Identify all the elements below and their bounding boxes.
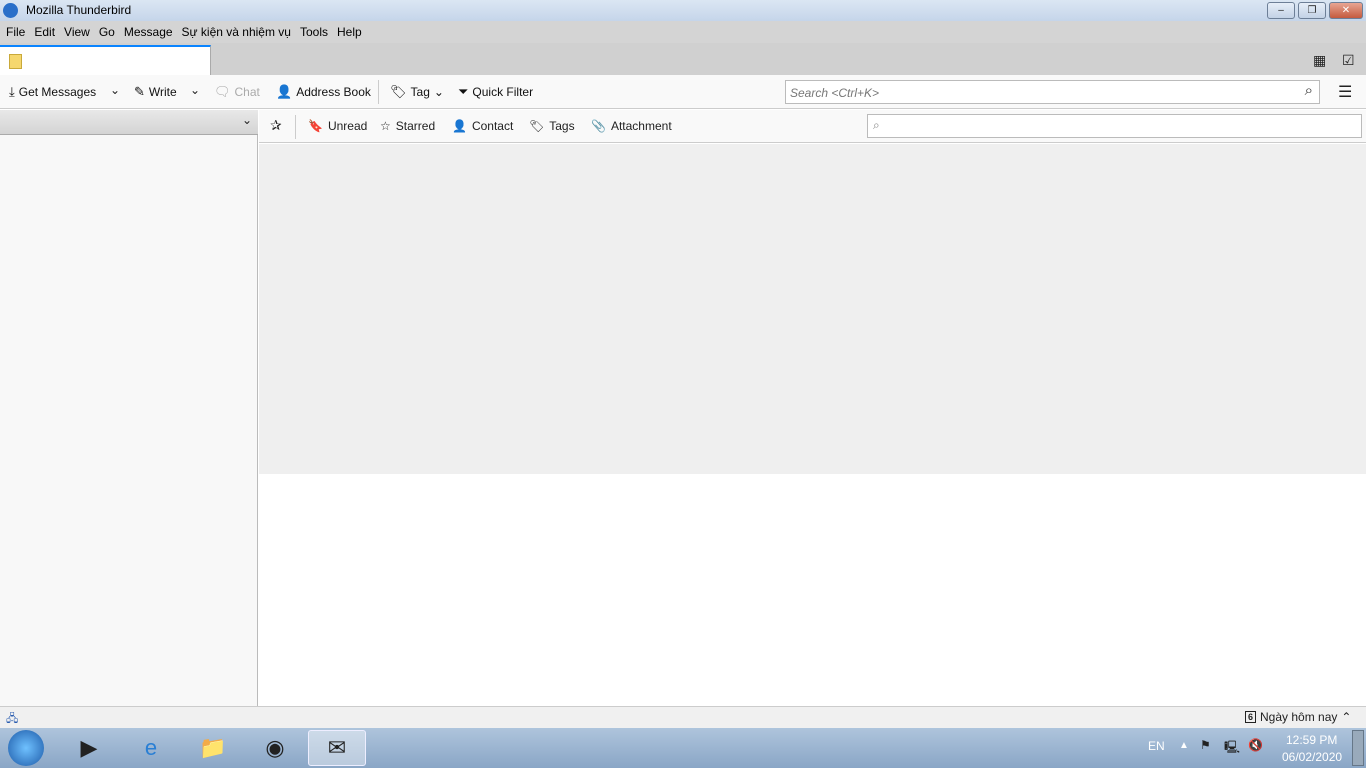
calendar-icon[interactable]: ▦ <box>1313 52 1326 69</box>
network-icon[interactable]: 🖳 <box>1224 738 1240 759</box>
tasks-icon[interactable]: ☑ <box>1342 52 1355 69</box>
menu-file[interactable]: File <box>6 25 25 39</box>
action-center-flag-icon[interactable]: ⚑ <box>1200 738 1211 752</box>
bookmark-icon: 🔖 <box>308 119 323 133</box>
thunderbird-logo-icon <box>3 3 18 18</box>
chat-button[interactable]: 🗨 Chat <box>214 84 260 100</box>
window-title: Mozilla Thunderbird <box>26 3 132 17</box>
calendar-day-icon: 6 <box>1245 711 1257 723</box>
filter-icon: ⏷ <box>458 84 469 99</box>
windows-taskbar: ▶ e 📁 ◉ ✉ EN ▲ ⚑ 🖳 🔇 12:59 PM 06/02/2020 <box>0 728 1366 768</box>
menu-message[interactable]: Message <box>124 25 173 39</box>
today-pane-button[interactable]: 6 Ngày hôm nay ⌃ <box>1245 710 1351 724</box>
starred-label: Starred <box>395 119 436 133</box>
thread-pane <box>259 144 1366 474</box>
start-button[interactable] <box>8 730 44 766</box>
get-messages-dropdown-icon[interactable]: ⌄ <box>110 83 120 97</box>
paperclip-icon: 📎 <box>591 119 606 133</box>
get-messages-button[interactable]: ⤓ Get Messages <box>9 84 96 100</box>
language-indicator[interactable]: EN <box>1148 739 1165 753</box>
show-desktop-button[interactable] <box>1352 730 1364 766</box>
search-icon[interactable]: ⌕ <box>1305 82 1313 99</box>
title-bar: Mozilla Thunderbird – ❐ ✕ <box>0 0 1366 21</box>
app-menu-icon[interactable]: ☰ <box>1338 82 1352 102</box>
search-placeholder: Search <Ctrl+K> <box>790 86 880 100</box>
filter-contact-button[interactable]: 👤 Contact <box>452 119 513 133</box>
star-icon: ☆ <box>380 119 391 133</box>
address-book-button[interactable]: 👤 Address Book <box>276 84 371 100</box>
menu-bar: File Edit View Go Message Sự kiện và nhiệm vụ… <box>0 21 1366 43</box>
chrome-icon[interactable]: ◉ <box>246 730 304 766</box>
pencil-icon: ✎ <box>134 84 145 99</box>
separator <box>295 115 296 139</box>
tag-button[interactable]: 🏷 Tag ⌄ <box>390 84 444 100</box>
folder-pane-header[interactable]: ⌄ <box>0 110 258 135</box>
close-button[interactable]: ✕ <box>1329 2 1363 19</box>
clock-time[interactable]: 12:59 PM <box>1286 733 1337 747</box>
pin-icon[interactable]: ✰ <box>270 117 282 134</box>
filter-tags-button[interactable]: 🏷 Tags <box>529 119 575 133</box>
clock-date[interactable]: 06/02/2020 <box>1282 750 1342 764</box>
toolbar-separator <box>378 80 379 104</box>
global-search-input[interactable]: Search <Ctrl+K> ⌕ <box>785 80 1320 104</box>
volume-muted-icon[interactable]: 🔇 <box>1248 738 1263 752</box>
chevron-up-icon: ⌃ <box>1341 710 1352 724</box>
attachment-label: Attachment <box>610 119 672 133</box>
get-messages-label: Get Messages <box>18 85 97 99</box>
quick-filter-button[interactable]: ⏷ Quick Filter <box>458 84 533 100</box>
folder-pane <box>0 110 258 706</box>
tab-mail[interactable] <box>0 45 211 75</box>
write-label: Write <box>148 85 177 99</box>
menu-go[interactable]: Go <box>99 25 115 39</box>
message-pane <box>259 474 1366 706</box>
download-icon: ⤓ <box>9 84 15 99</box>
tags-label: Tags <box>549 119 575 133</box>
address-book-label: Address Book <box>296 85 371 99</box>
menu-edit[interactable]: Edit <box>34 25 55 39</box>
thunderbird-taskbar-icon[interactable]: ✉ <box>308 730 366 766</box>
folder-icon <box>9 54 22 69</box>
tag-icon: 🏷 <box>390 84 407 99</box>
contact-icon: 👤 <box>452 119 467 133</box>
minimize-button[interactable]: – <box>1267 2 1295 19</box>
menu-tools[interactable]: Tools <box>300 25 328 39</box>
chat-icon: 🗨 <box>214 84 231 99</box>
menu-events-tasks[interactable]: Sự kiện và nhiệm vụ <box>182 25 291 39</box>
online-status-icon[interactable]: 🖧 <box>6 710 18 729</box>
chevron-down-icon: ⌄ <box>433 85 444 99</box>
filter-unread-button[interactable]: 🔖 Unread <box>308 119 367 133</box>
today-label: Ngày hôm nay <box>1260 710 1338 724</box>
restore-button[interactable]: ❐ <box>1298 2 1326 19</box>
internet-explorer-icon[interactable]: e <box>122 730 180 766</box>
write-dropdown-icon[interactable]: ⌄ <box>190 83 200 97</box>
tag-icon: 🏷 <box>529 119 545 133</box>
contact-label: Contact <box>471 119 514 133</box>
filter-messages-input[interactable]: ⌕ <box>867 114 1362 138</box>
unread-label: Unread <box>327 119 368 133</box>
chevron-down-icon[interactable]: ⌄ <box>242 113 252 127</box>
filter-attachment-button[interactable]: 📎 Attachment <box>591 119 672 133</box>
contact-icon: 👤 <box>276 84 293 99</box>
status-bar: 🖧 6 Ngày hôm nay ⌃ <box>0 706 1366 728</box>
menu-help[interactable]: Help <box>337 25 362 39</box>
menu-view[interactable]: View <box>64 25 90 39</box>
file-explorer-icon[interactable]: 📁 <box>184 730 242 766</box>
write-button[interactable]: ✎ Write <box>134 84 177 100</box>
chat-label: Chat <box>234 85 260 99</box>
media-player-icon[interactable]: ▶ <box>60 730 118 766</box>
filter-starred-button[interactable]: ☆ Starred <box>380 119 435 133</box>
quick-filter-label: Quick Filter <box>472 85 534 99</box>
search-icon: ⌕ <box>873 118 880 132</box>
tag-label: Tag <box>410 85 430 99</box>
show-hidden-icons-icon[interactable]: ▲ <box>1179 740 1189 751</box>
